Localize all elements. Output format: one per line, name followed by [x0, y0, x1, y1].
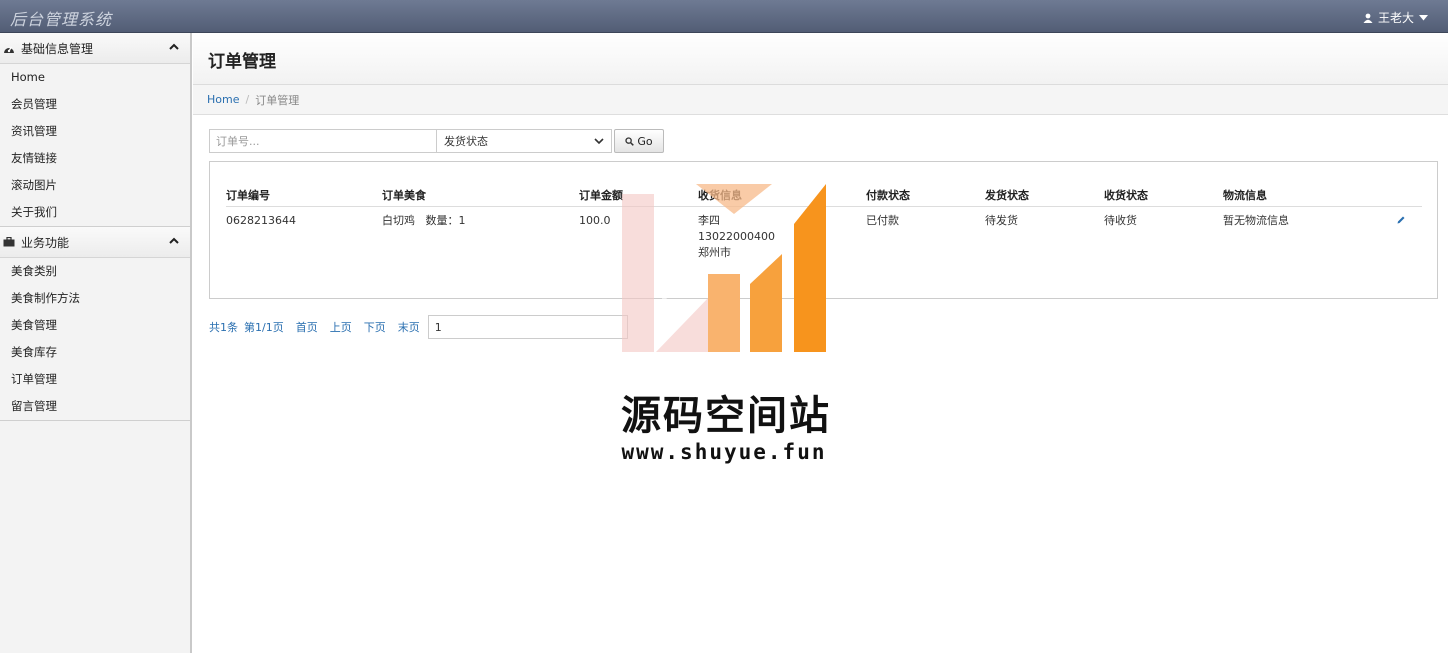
page-title: 订单管理	[208, 52, 276, 72]
pager-first-link[interactable]: 首页	[296, 319, 318, 335]
sidebar-group-header-business[interactable]: 业务功能	[0, 227, 190, 258]
app-title: 后台管理系统	[10, 10, 113, 29]
go-button[interactable]: Go	[614, 129, 664, 153]
ship-status-select-value: 发货状态	[444, 135, 488, 148]
cell-order-no: 0628213644	[226, 214, 296, 227]
sidebar-item-orders[interactable]: 订单管理	[0, 366, 190, 393]
sidebar-group-basic: 基础信息管理 Home 会员管理 资讯管理 友情链接 滚动图片 关于我们	[0, 33, 190, 227]
cell-ship-status: 待发货	[985, 214, 1018, 227]
col-header-pay-status: 付款状态	[866, 189, 910, 202]
breadcrumb-home-link[interactable]: Home	[207, 93, 239, 106]
watermark-logo	[622, 184, 826, 352]
search-icon	[625, 136, 635, 146]
sidebar-item-about[interactable]: 关于我们	[0, 199, 190, 226]
cell-amount: 100.0	[579, 214, 611, 227]
watermark-url: www.shuyue.fun	[621, 440, 827, 464]
ship-status-select[interactable]: 发货状态	[437, 129, 612, 153]
watermark-title: 源码空间站	[621, 393, 831, 439]
briefcase-icon	[3, 236, 15, 248]
sidebar-item-food-manage[interactable]: 美食管理	[0, 312, 190, 339]
pager-last-link[interactable]: 末页	[398, 319, 420, 335]
breadcrumb: Home / 订单管理	[193, 85, 1448, 115]
go-button-label: Go	[637, 134, 653, 148]
sidebar-group-label: 业务功能	[21, 235, 70, 250]
col-header-ship-status: 发货状态	[985, 189, 1029, 202]
pagination: 共1条 第1/1页 首页 上页 下页 末页	[209, 315, 628, 339]
col-header-food: 订单美食	[382, 189, 426, 202]
search-bar: 发货状态 Go	[209, 129, 664, 153]
sidebar-item-members[interactable]: 会员管理	[0, 91, 190, 118]
sidebar-group-label: 基础信息管理	[21, 41, 94, 56]
caret-down-icon	[1419, 14, 1428, 20]
breadcrumb-separator: /	[245, 93, 250, 106]
col-header-logistics: 物流信息	[1223, 189, 1267, 202]
breadcrumb-current: 订单管理	[255, 93, 300, 107]
cell-recv-status: 待收货	[1104, 214, 1137, 227]
user-menu[interactable]: 王老大	[1363, 9, 1428, 26]
pager-prev-link[interactable]: 上页	[330, 319, 352, 335]
sidebar-item-messages[interactable]: 留言管理	[0, 393, 190, 420]
chevron-up-icon	[169, 43, 179, 50]
sidebar-item-news[interactable]: 资讯管理	[0, 118, 190, 145]
col-header-amount: 订单金额	[579, 189, 623, 202]
sidebar-item-home[interactable]: Home	[0, 64, 190, 91]
cell-food: 白切鸡 数量：1	[382, 214, 466, 227]
sidebar-item-food-recipe[interactable]: 美食制作方法	[0, 285, 190, 312]
page-number-input[interactable]	[427, 315, 628, 339]
pager-total: 共1条	[209, 321, 238, 334]
edit-pencil-icon[interactable]	[1396, 215, 1406, 225]
col-header-order-no: 订单编号	[226, 189, 270, 202]
sidebar-group-header-basic[interactable]: 基础信息管理	[0, 33, 190, 64]
sidebar-item-food-category[interactable]: 美食类别	[0, 258, 190, 285]
page-header: 订单管理	[193, 33, 1448, 85]
dashboard-icon	[3, 42, 15, 54]
col-header-recv-status: 收货状态	[1104, 189, 1148, 202]
sidebar-item-links[interactable]: 友情链接	[0, 145, 190, 172]
user-icon	[1363, 13, 1373, 23]
sidebar-group-business: 业务功能 美食类别 美食制作方法 美食管理 美食库存 订单管理 留言管理	[0, 227, 190, 421]
pager-next-link[interactable]: 下页	[364, 319, 386, 335]
cell-pay-status: 已付款	[866, 214, 899, 227]
sidebar: 基础信息管理 Home 会员管理 资讯管理 友情链接 滚动图片 关于我们 业务功…	[0, 33, 192, 653]
pager-page: 第1/1页	[244, 321, 284, 334]
cell-logistics: 暂无物流信息	[1223, 214, 1289, 227]
chevron-down-icon	[594, 137, 604, 144]
user-name: 王老大	[1377, 11, 1414, 25]
top-navbar: 后台管理系统 王老大	[0, 0, 1448, 33]
order-no-input[interactable]	[209, 129, 437, 153]
sidebar-item-carousel[interactable]: 滚动图片	[0, 172, 190, 199]
chevron-up-icon	[169, 237, 179, 244]
sidebar-item-food-stock[interactable]: 美食库存	[0, 339, 190, 366]
